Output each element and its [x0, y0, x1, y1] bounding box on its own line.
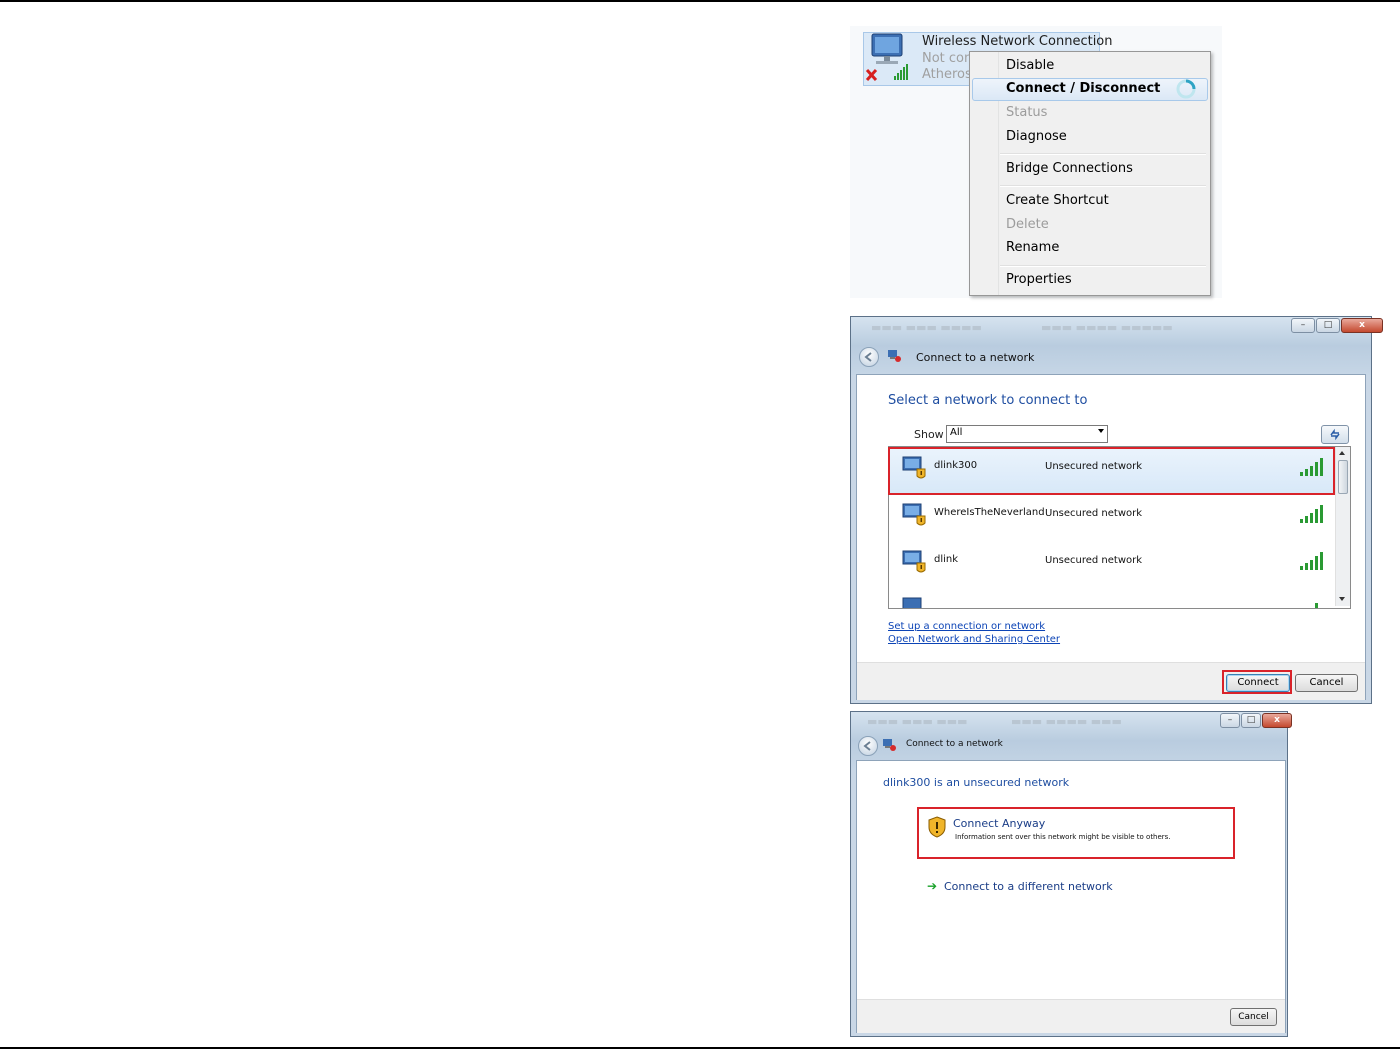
green-arrow-icon: ➔ — [927, 879, 938, 893]
network-security: Unsecured network — [1045, 555, 1143, 566]
signal-strength-icon — [1315, 603, 1318, 608]
network-sharing-center-link[interactable]: Open Network and Sharing Center — [888, 634, 1060, 645]
unsecured-network-window: ▬▬▬ ▬▬▬ ▬▬▬ ▬▬▬ ▬▬▬▬ ▬▬▬ – □ x Connect t… — [850, 711, 1292, 1037]
window-content: dlink300 is an unsecured network Connect… — [856, 760, 1286, 1033]
network-ssid: dlink — [934, 554, 959, 565]
highlight-box — [888, 447, 1335, 495]
scroll-up-arrow-icon[interactable] — [1339, 451, 1345, 455]
background-blur: ▬▬▬ ▬▬▬▬ ▬▬▬ — [1011, 715, 1122, 728]
minimize-button[interactable]: – — [1220, 713, 1240, 728]
menu-item-properties[interactable]: Properties — [1006, 272, 1072, 287]
network-row-partial[interactable] — [889, 590, 1335, 608]
list-scrollbar[interactable] — [1335, 447, 1350, 606]
close-button[interactable]: x — [1341, 318, 1383, 333]
menu-item-rename[interactable]: Rename — [1006, 240, 1059, 255]
back-arrow-icon — [863, 741, 871, 751]
window-controls: – □ x — [1291, 318, 1383, 333]
menu-item-connect-disconnect[interactable]: Connect / Disconnect — [1006, 81, 1160, 96]
menu-item-create-shortcut[interactable]: Create Shortcut — [1006, 193, 1109, 208]
unsecured-network-icon — [902, 503, 926, 526]
network-row[interactable]: WhereIsTheNeverland Unsecured network — [889, 496, 1335, 542]
busy-spinner-icon — [1176, 79, 1196, 99]
cancel-button[interactable]: Cancel — [1295, 674, 1358, 692]
network-wizard-icon — [883, 739, 896, 751]
window-title: Connect to a network — [906, 739, 1003, 749]
window-content: Select a network to connect to Show All … — [856, 374, 1366, 700]
background-blur: ▬▬▬ ▬▬▬▬ ▬▬▬▬▬ — [1041, 321, 1173, 334]
refresh-button[interactable] — [1321, 425, 1349, 444]
maximize-button[interactable]: □ — [1316, 318, 1340, 333]
cancel-button[interactable]: Cancel — [1230, 1008, 1277, 1026]
close-button[interactable]: x — [1262, 713, 1292, 728]
connection-name: Wireless Network Connection — [922, 34, 1113, 49]
refresh-icon — [1330, 428, 1340, 441]
window-title: Connect to a network — [916, 351, 1035, 364]
menu-item-diagnose[interactable]: Diagnose — [1006, 129, 1067, 144]
highlight-box — [917, 807, 1235, 859]
scrollbar-thumb[interactable] — [1338, 460, 1348, 494]
network-wizard-icon — [888, 350, 901, 362]
window-footer: Connect Cancel — [857, 662, 1365, 700]
connect-to-network-window: ▬▬▬ ▬▬▬ ▬▬▬▬ ▬▬▬ ▬▬▬▬ ▬▬▬▬▬ – □ x Connec… — [850, 316, 1383, 704]
unsecured-network-icon — [902, 597, 922, 608]
chevron-down-icon — [1098, 429, 1104, 433]
signal-strength-icon — [1300, 552, 1323, 570]
page-heading: dlink300 is an unsecured network — [883, 776, 1070, 789]
bottom-rule — [0, 1047, 1400, 1049]
back-button[interactable] — [859, 347, 879, 367]
context-menu: Disable Connect / Disconnect Status Diag… — [969, 51, 1211, 296]
minimize-button[interactable]: – — [1291, 318, 1315, 333]
show-dropdown-value: All — [950, 427, 963, 438]
menu-separator — [1000, 265, 1206, 267]
network-security: Unsecured network — [1045, 508, 1143, 519]
unsecured-network-icon — [902, 550, 926, 573]
menu-item-delete: Delete — [1006, 217, 1049, 232]
scroll-down-arrow-icon[interactable] — [1339, 597, 1345, 601]
background-blur: ▬▬▬ ▬▬▬ ▬▬▬ — [867, 715, 968, 728]
connect-different-network-label: Connect to a different network — [944, 880, 1113, 893]
highlight-box — [1222, 670, 1292, 694]
network-connection-panel: Wireless Network Connection Not con Athe… — [850, 26, 1222, 298]
background-blur: ▬▬▬ ▬▬▬ ▬▬▬▬ — [871, 321, 982, 334]
setup-connection-link[interactable]: Set up a connection or network — [888, 621, 1045, 632]
connect-different-network-option[interactable]: ➔ Connect to a different network — [927, 879, 1127, 897]
window-footer: Cancel — [857, 999, 1285, 1033]
menu-item-status: Status — [1006, 105, 1048, 120]
show-label: Show — [914, 428, 944, 441]
menu-separator — [1000, 185, 1206, 187]
menu-item-disable[interactable]: Disable — [1006, 58, 1054, 73]
top-rule — [0, 0, 1400, 2]
network-row[interactable]: dlink Unsecured network — [889, 543, 1335, 589]
maximize-button[interactable]: □ — [1241, 713, 1261, 728]
page-heading: Select a network to connect to — [888, 393, 1088, 408]
show-dropdown[interactable]: All — [946, 425, 1108, 443]
menu-separator — [1000, 153, 1206, 155]
back-arrow-icon — [864, 352, 872, 362]
signal-strength-icon — [1300, 505, 1323, 523]
connection-status: Not con — [922, 51, 973, 66]
window-controls: – □ x — [1220, 713, 1292, 728]
network-ssid: WhereIsTheNeverland — [934, 507, 1045, 518]
back-button[interactable] — [858, 736, 878, 756]
wireless-network-icon — [865, 33, 908, 82]
menu-item-bridge-connections[interactable]: Bridge Connections — [1006, 161, 1133, 176]
connection-adapter: Atheros — [922, 67, 972, 82]
